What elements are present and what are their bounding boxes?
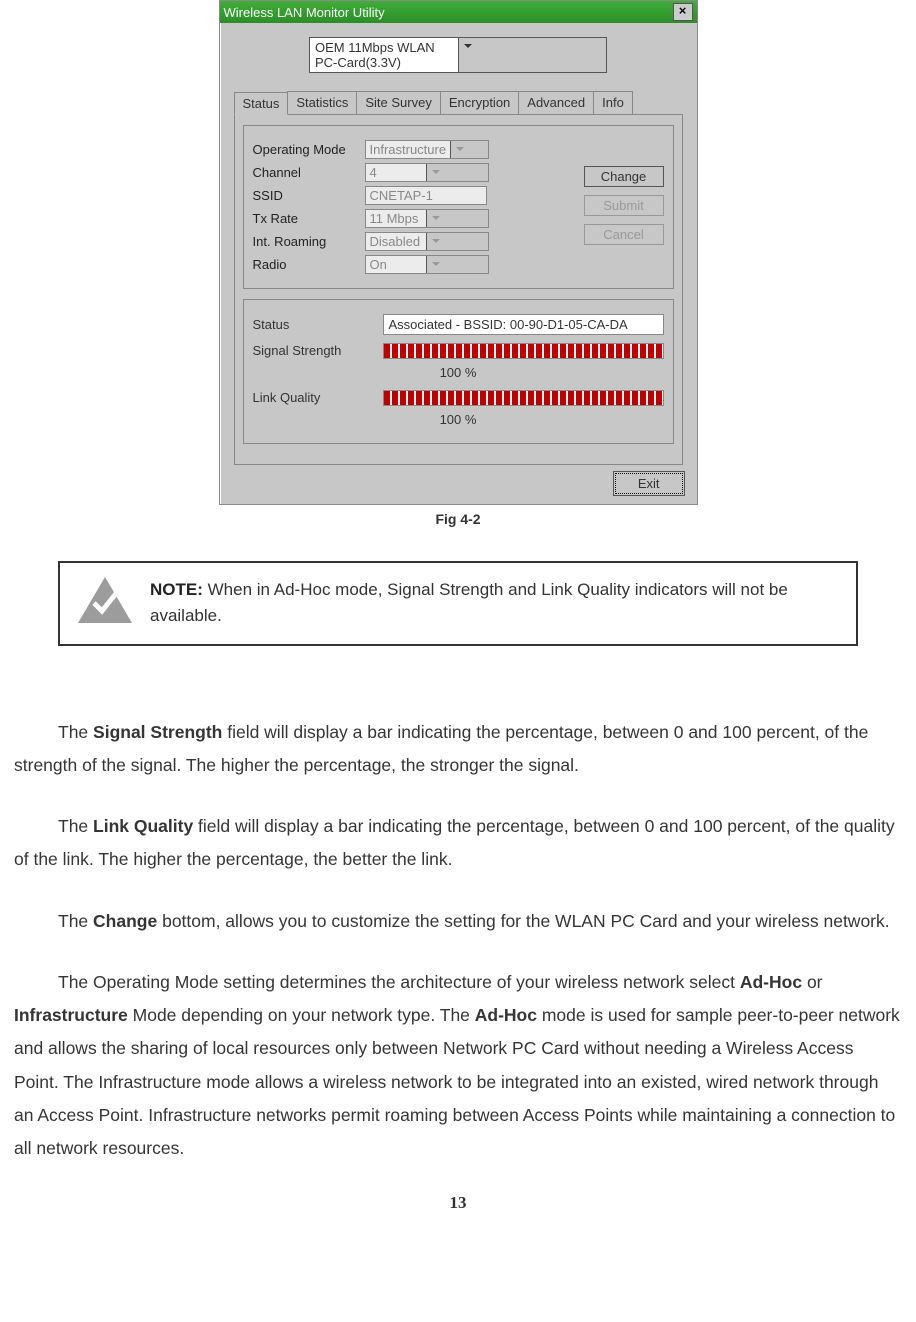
submit-button[interactable]: Submit bbox=[584, 195, 664, 216]
card-selector-value: OEM 11Mbps WLAN PC-Card(3.3V) bbox=[310, 38, 458, 72]
label-int-roaming: Int. Roaming bbox=[253, 234, 365, 249]
tab-advanced[interactable]: Advanced bbox=[518, 91, 594, 114]
tab-site-survey[interactable]: Site Survey bbox=[356, 91, 440, 114]
body-text: The Signal Strength field will display a… bbox=[10, 716, 906, 1166]
close-icon[interactable]: × bbox=[673, 3, 693, 21]
radio-select[interactable]: On bbox=[365, 255, 489, 274]
status-value: Associated - BSSID: 00-90-D1-05-CA-DA bbox=[383, 314, 664, 335]
tab-encryption[interactable]: Encryption bbox=[440, 91, 519, 114]
chevron-down-icon bbox=[450, 141, 487, 158]
label-radio: Radio bbox=[253, 257, 365, 272]
link-quality-percent: 100 % bbox=[253, 412, 664, 427]
settings-group: Operating Mode Infrastructure Channel 4 … bbox=[243, 125, 674, 289]
status-group: Status Associated - BSSID: 00-90-D1-05-C… bbox=[243, 299, 674, 444]
operating-mode-select[interactable]: Infrastructure bbox=[365, 140, 489, 159]
change-button[interactable]: Change bbox=[584, 166, 664, 187]
chevron-down-icon bbox=[426, 256, 488, 273]
wlan-monitor-dialog: Wireless LAN Monitor Utility × OEM 11Mbp… bbox=[219, 0, 698, 505]
chevron-down-icon bbox=[426, 210, 488, 227]
window-title: Wireless LAN Monitor Utility bbox=[224, 5, 385, 20]
label-operating-mode: Operating Mode bbox=[253, 142, 365, 157]
status-panel: Operating Mode Infrastructure Channel 4 … bbox=[234, 114, 683, 465]
ssid-field[interactable]: CNETAP-1 bbox=[365, 186, 487, 205]
label-ssid: SSID bbox=[253, 188, 365, 203]
chevron-down-icon[interactable] bbox=[458, 38, 607, 72]
cancel-button[interactable]: Cancel bbox=[584, 224, 664, 245]
checkmark-triangle-icon bbox=[78, 577, 132, 623]
chevron-down-icon bbox=[426, 233, 488, 250]
exit-button[interactable]: Exit bbox=[615, 473, 683, 494]
label-tx-rate: Tx Rate bbox=[253, 211, 365, 226]
label-status: Status bbox=[253, 317, 383, 332]
link-quality-bar bbox=[383, 390, 664, 406]
tab-strip: Status Statistics Site Survey Encryption… bbox=[234, 91, 683, 114]
signal-strength-percent: 100 % bbox=[253, 365, 664, 380]
card-selector[interactable]: OEM 11Mbps WLAN PC-Card(3.3V) bbox=[309, 37, 607, 73]
tab-statistics[interactable]: Statistics bbox=[287, 91, 357, 114]
tx-rate-select[interactable]: 11 Mbps bbox=[365, 209, 489, 228]
tab-status[interactable]: Status bbox=[234, 92, 289, 115]
figure-caption: Fig 4-2 bbox=[10, 511, 906, 527]
label-channel: Channel bbox=[253, 165, 365, 180]
note-text: NOTE: When in Ad-Hoc mode, Signal Streng… bbox=[150, 577, 838, 630]
label-link-quality: Link Quality bbox=[253, 390, 383, 405]
note-box: NOTE: When in Ad-Hoc mode, Signal Streng… bbox=[58, 561, 858, 646]
int-roaming-select[interactable]: Disabled bbox=[365, 232, 489, 251]
page-number: 13 bbox=[10, 1193, 906, 1213]
note-label: NOTE: bbox=[150, 580, 203, 599]
label-signal-strength: Signal Strength bbox=[253, 343, 383, 358]
chevron-down-icon bbox=[426, 164, 488, 181]
tab-info[interactable]: Info bbox=[593, 91, 633, 114]
title-bar: Wireless LAN Monitor Utility × bbox=[220, 1, 697, 23]
channel-select[interactable]: 4 bbox=[365, 163, 489, 182]
signal-strength-bar bbox=[383, 343, 664, 359]
